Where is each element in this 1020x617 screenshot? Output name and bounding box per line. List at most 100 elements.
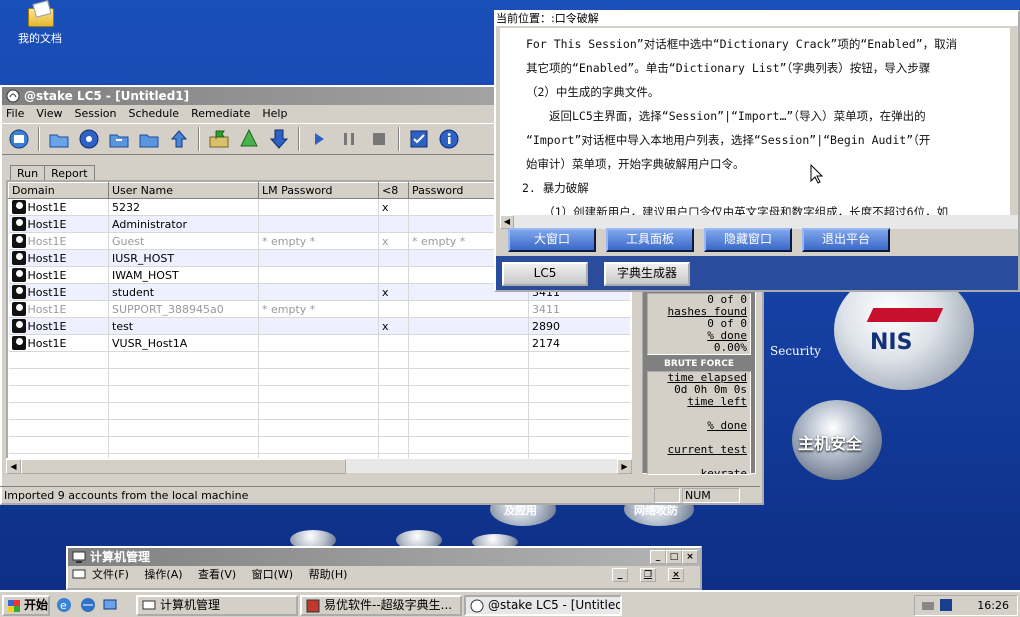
tool-panel-button[interactable]: 工具面板 [606, 228, 694, 252]
dictionary-stats: 0 of 0 hashes found 0 of 0 % done 0.00% [647, 293, 751, 355]
mgmt-menu-action[interactable]: 操作(A) [144, 568, 182, 581]
menu-help[interactable]: Help [262, 107, 287, 120]
menu-file[interactable]: File [6, 107, 24, 120]
user-icon [11, 268, 26, 282]
mgmt-menu-file[interactable]: 文件(F) [92, 568, 129, 581]
status-pane [654, 488, 680, 503]
guide-hscrollbar[interactable]: ◀ [500, 215, 1018, 229]
cell-pwd [408, 300, 529, 318]
dict-generator-button[interactable]: 字典生成器 [604, 262, 690, 286]
quicklaunch-ie-icon[interactable]: e [56, 597, 72, 613]
play-icon[interactable] [306, 126, 332, 152]
empty-row [8, 402, 630, 420]
computer-management-window: 计算机管理 _ □ × 文件(F) 操作(A) 查看(V) 窗口(W) 帮助(H) … [66, 546, 702, 590]
lc5-tab-button[interactable]: LC5 [502, 262, 588, 286]
table-row[interactable]: Host1E test x 2890 [8, 317, 630, 335]
network-tray-icon[interactable] [921, 598, 935, 612]
minimize-icon[interactable]: _ [612, 568, 628, 582]
col-domain[interactable]: Domain [8, 182, 109, 199]
restore-icon[interactable]: ❐ [640, 568, 656, 582]
minimize-icon[interactable]: _ [650, 550, 666, 564]
info-icon[interactable] [436, 126, 462, 152]
import-icon[interactable] [106, 126, 132, 152]
menu-session[interactable]: Session [75, 107, 117, 120]
guide-line: “Import”对话框中导入本地用户列表，选择“Session”|“Begin … [526, 133, 931, 147]
recycle-icon[interactable] [236, 126, 262, 152]
download-arrow-icon[interactable] [266, 126, 292, 152]
quicklaunch-browser-icon[interactable] [80, 597, 96, 613]
checklist-icon[interactable] [406, 126, 432, 152]
scroll-thumb[interactable] [21, 459, 346, 474]
menu-view[interactable]: View [36, 107, 62, 120]
table-row[interactable]: Host1E VUSR_Host1A 2174 [8, 334, 630, 352]
folder-icon [26, 2, 54, 27]
col-lt8[interactable]: <8 [378, 182, 409, 199]
cell-lm [258, 317, 379, 335]
cell-extra: 2890 [528, 317, 630, 335]
cell-pwd [408, 317, 529, 335]
mgmt-menu-help[interactable]: 帮助(H) [309, 568, 348, 581]
upload-icon[interactable] [166, 126, 192, 152]
empty-row [8, 385, 630, 403]
guide-location-title: 当前位置：:口令破解 [496, 12, 1018, 26]
exit-platform-button[interactable]: 退出平台 [802, 228, 890, 252]
toolbar-separator [398, 127, 400, 151]
col-username[interactable]: User Name [108, 182, 259, 199]
menu-schedule[interactable]: Schedule [129, 107, 180, 120]
mgmt-menu-window[interactable]: 窗口(W) [252, 568, 293, 581]
grid-hscrollbar[interactable]: ◀ ▶ [6, 458, 632, 474]
computer-icon [72, 551, 86, 563]
col-lm-password[interactable]: LM Password [258, 182, 379, 199]
mgmt-child-controls: _ ❐ × [612, 568, 696, 582]
cell-domain: Host1E [8, 317, 109, 335]
close-icon[interactable]: × [682, 550, 698, 564]
quicklaunch-desktop-icon[interactable] [102, 597, 118, 613]
maximize-icon[interactable]: □ [666, 550, 682, 564]
cell-user: IWAM_HOST [108, 266, 259, 284]
tab-run[interactable]: Run [10, 165, 46, 181]
user-icon [11, 319, 26, 333]
cell-user: 5232 [108, 198, 259, 216]
cell-user: test [108, 317, 259, 335]
big-window-button[interactable]: 大窗口 [508, 228, 596, 252]
pause-icon[interactable] [336, 126, 362, 152]
user-icon [11, 285, 26, 299]
mgmt-window-controls: _ □ × [650, 550, 698, 564]
table-row[interactable]: Host1E SUPPORT_388945a0 * empty * 3411 [8, 300, 630, 318]
open-folder-icon[interactable] [136, 126, 162, 152]
guide-line: 始审计）菜单项，开始字典破解用户口令。 [526, 157, 745, 171]
cell-lt8 [378, 334, 409, 352]
cell-lt8 [378, 215, 409, 233]
host-security-orb[interactable]: 主机安全 [792, 400, 882, 480]
task-computer-management[interactable]: 计算机管理 [136, 595, 298, 616]
mgmt-menubar: 文件(F) 操作(A) 查看(V) 窗口(W) 帮助(H) _ ❐ × [68, 566, 700, 584]
scroll-left-arrow-icon[interactable]: ◀ [6, 459, 21, 474]
guide-line: 返回LC5主界面，选择“Session”|“Import…”（导入）菜单项，在弹… [526, 109, 926, 123]
cell-user: student [108, 283, 259, 301]
brute-force-stats: time elapsed 0d 0h 0m 0s time left % don… [647, 371, 751, 475]
tab-report[interactable]: Report [45, 165, 95, 181]
start-button[interactable]: 开始 [2, 595, 50, 616]
task-lc5[interactable]: @stake LC5 - [Untitled1] [464, 595, 622, 616]
menu-remediate[interactable]: Remediate [191, 107, 250, 120]
stop-icon[interactable] [366, 126, 392, 152]
open-icon[interactable] [46, 126, 72, 152]
close-icon[interactable]: × [668, 568, 684, 582]
svg-text:e: e [60, 599, 67, 612]
task-dictionary-generator[interactable]: 易优软件--超级字典生... [300, 595, 462, 616]
new-session-icon[interactable] [6, 126, 32, 152]
scroll-left-arrow-icon[interactable]: ◀ [500, 215, 514, 229]
cell-lm [258, 283, 379, 301]
mgmt-menu-view[interactable]: 查看(V) [198, 568, 236, 581]
guide-text-area[interactable]: For This Session”对话框中选中“Dictionary Crack… [500, 28, 1010, 215]
flag-folder-icon[interactable] [206, 126, 232, 152]
mgmt-titlebar[interactable]: 计算机管理 _ □ × [68, 548, 700, 566]
nis-tray-icon[interactable] [939, 598, 953, 612]
cell-lt8: x [378, 198, 409, 216]
disk-icon[interactable] [76, 126, 102, 152]
toolbar-separator [198, 127, 200, 151]
hide-window-button[interactable]: 隐藏窗口 [704, 228, 792, 252]
security-label: Security [770, 344, 821, 358]
my-documents-icon[interactable]: 我的文档 [8, 2, 72, 46]
scroll-right-arrow-icon[interactable]: ▶ [617, 459, 632, 474]
